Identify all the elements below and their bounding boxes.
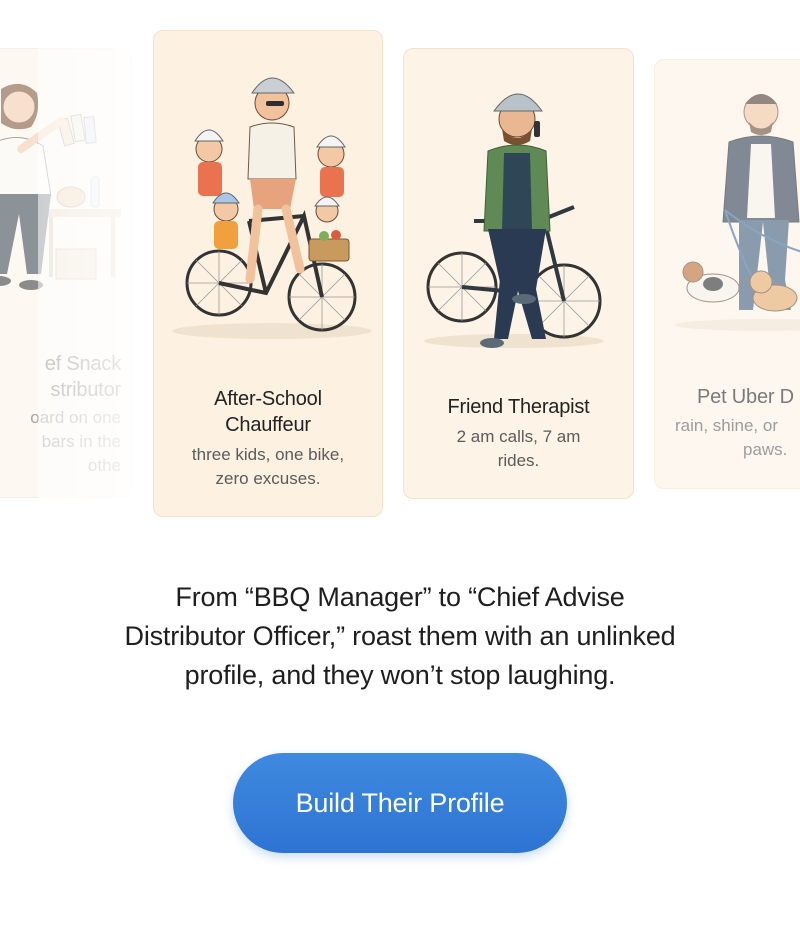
card-title-line: Pet Uber D	[697, 386, 794, 408]
card-title-line: ef Snack	[44, 353, 121, 375]
card-snack-distributor[interactable]: ef Snack stributor oard on one bars in t…	[0, 48, 132, 498]
card-title: ef Snack stributor	[0, 351, 121, 403]
card-subtitle-line: 2 am calls, 7 am	[456, 427, 581, 446]
bike-family-illustration	[172, 77, 372, 339]
card-title-line: Chauffeur	[225, 414, 311, 436]
card-subtitle: oard on one bars in the othe	[0, 406, 121, 478]
cyclist-phone-illustration	[424, 93, 604, 348]
card-title-line: Friend Therapist	[447, 396, 590, 418]
card-subtitle-line: bars in the	[41, 432, 121, 451]
card-after-school-chauffeur[interactable]: After-School Chauffeur three kids, one b…	[153, 30, 383, 517]
card-title-line: stributor	[50, 379, 122, 401]
card-subtitle-line: rain, shine, or	[675, 416, 778, 435]
card-subtitle-line: paws.	[743, 440, 788, 459]
card-friend-therapist[interactable]: Friend Therapist 2 am calls, 7 am rides.	[403, 48, 634, 499]
card-subtitle-line: zero excuses.	[215, 469, 321, 488]
carousel-section: ef Snack stributor oard on one bars in t…	[0, 0, 800, 933]
build-their-profile-button[interactable]: Build Their Profile	[233, 753, 567, 853]
card-subtitle: three kids, one bike, zero excuses.	[168, 443, 368, 491]
card-subtitle-line: rides.	[497, 451, 540, 470]
card-pet-uber[interactable]: Pet Uber D rain, shine, or paws.	[654, 59, 800, 489]
card-title-line: After-School	[214, 388, 322, 410]
woman-illustration	[0, 83, 121, 290]
card-subtitle: 2 am calls, 7 am rides.	[418, 425, 619, 473]
dog-walker-illustration	[675, 94, 800, 331]
card-title: After-School Chauffeur	[154, 386, 382, 438]
headline-line: profile, and they won’t stop laughing.	[184, 660, 616, 690]
headline-line: From “BBQ Manager” to “Chief Advise	[175, 582, 625, 612]
card-subtitle-line: oard on one	[30, 408, 121, 427]
card-title: Friend Therapist	[404, 394, 633, 420]
card-title: Pet Uber D	[655, 384, 800, 410]
card-subtitle-line: three kids, one bike,	[191, 445, 345, 464]
card-subtitle-line: othe	[87, 456, 121, 475]
headline-text: From “BBQ Manager” to “Chief Advise Dist…	[60, 578, 740, 695]
card-subtitle: rain, shine, or paws.	[655, 414, 800, 462]
headline-line: Distributor Officer,” roast them with an…	[124, 621, 676, 651]
